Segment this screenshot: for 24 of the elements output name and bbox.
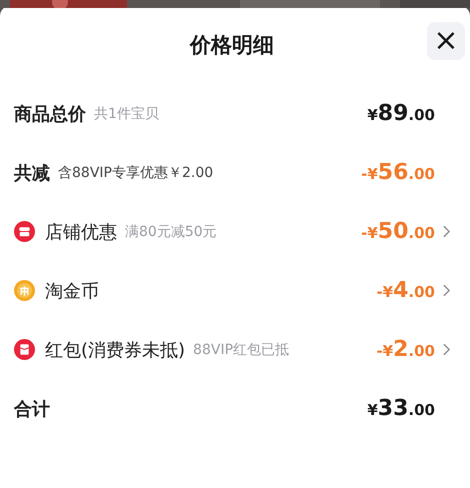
row-note: 共1件宝贝 xyxy=(94,104,159,122)
row-label: 商品总价 xyxy=(14,102,86,126)
coin-icon xyxy=(14,280,35,301)
row-label: 红包(消费券未抵) xyxy=(45,338,186,362)
amount: -¥56.00 xyxy=(361,160,435,185)
row-note: 88VIP红包已抵 xyxy=(193,340,290,358)
chevron-icon[interactable] xyxy=(443,343,450,356)
chevron-icon[interactable] xyxy=(443,284,450,297)
row-label: 店铺优惠 xyxy=(45,220,117,244)
amount: -¥4.00 xyxy=(376,278,435,303)
close-button[interactable]: × xyxy=(427,22,465,60)
shop-icon xyxy=(14,221,35,242)
amount: ¥89.00 xyxy=(367,101,435,126)
sheet-title: 价格明细 xyxy=(190,32,274,59)
envelope-icon xyxy=(14,339,35,360)
row-label: 共减 xyxy=(14,162,50,184)
amount: -¥2.00 xyxy=(376,337,435,362)
row-label: 合计 xyxy=(14,398,50,420)
amount: -¥50.00 xyxy=(361,219,435,244)
chevron-icon[interactable] xyxy=(443,225,450,238)
row-label: 淘金币 xyxy=(45,280,99,302)
row-note: 满80元减50元 xyxy=(125,222,217,240)
row-note: 含88VIP专享优惠￥2.00 xyxy=(58,164,214,182)
amount: ¥33.00 xyxy=(367,396,435,421)
